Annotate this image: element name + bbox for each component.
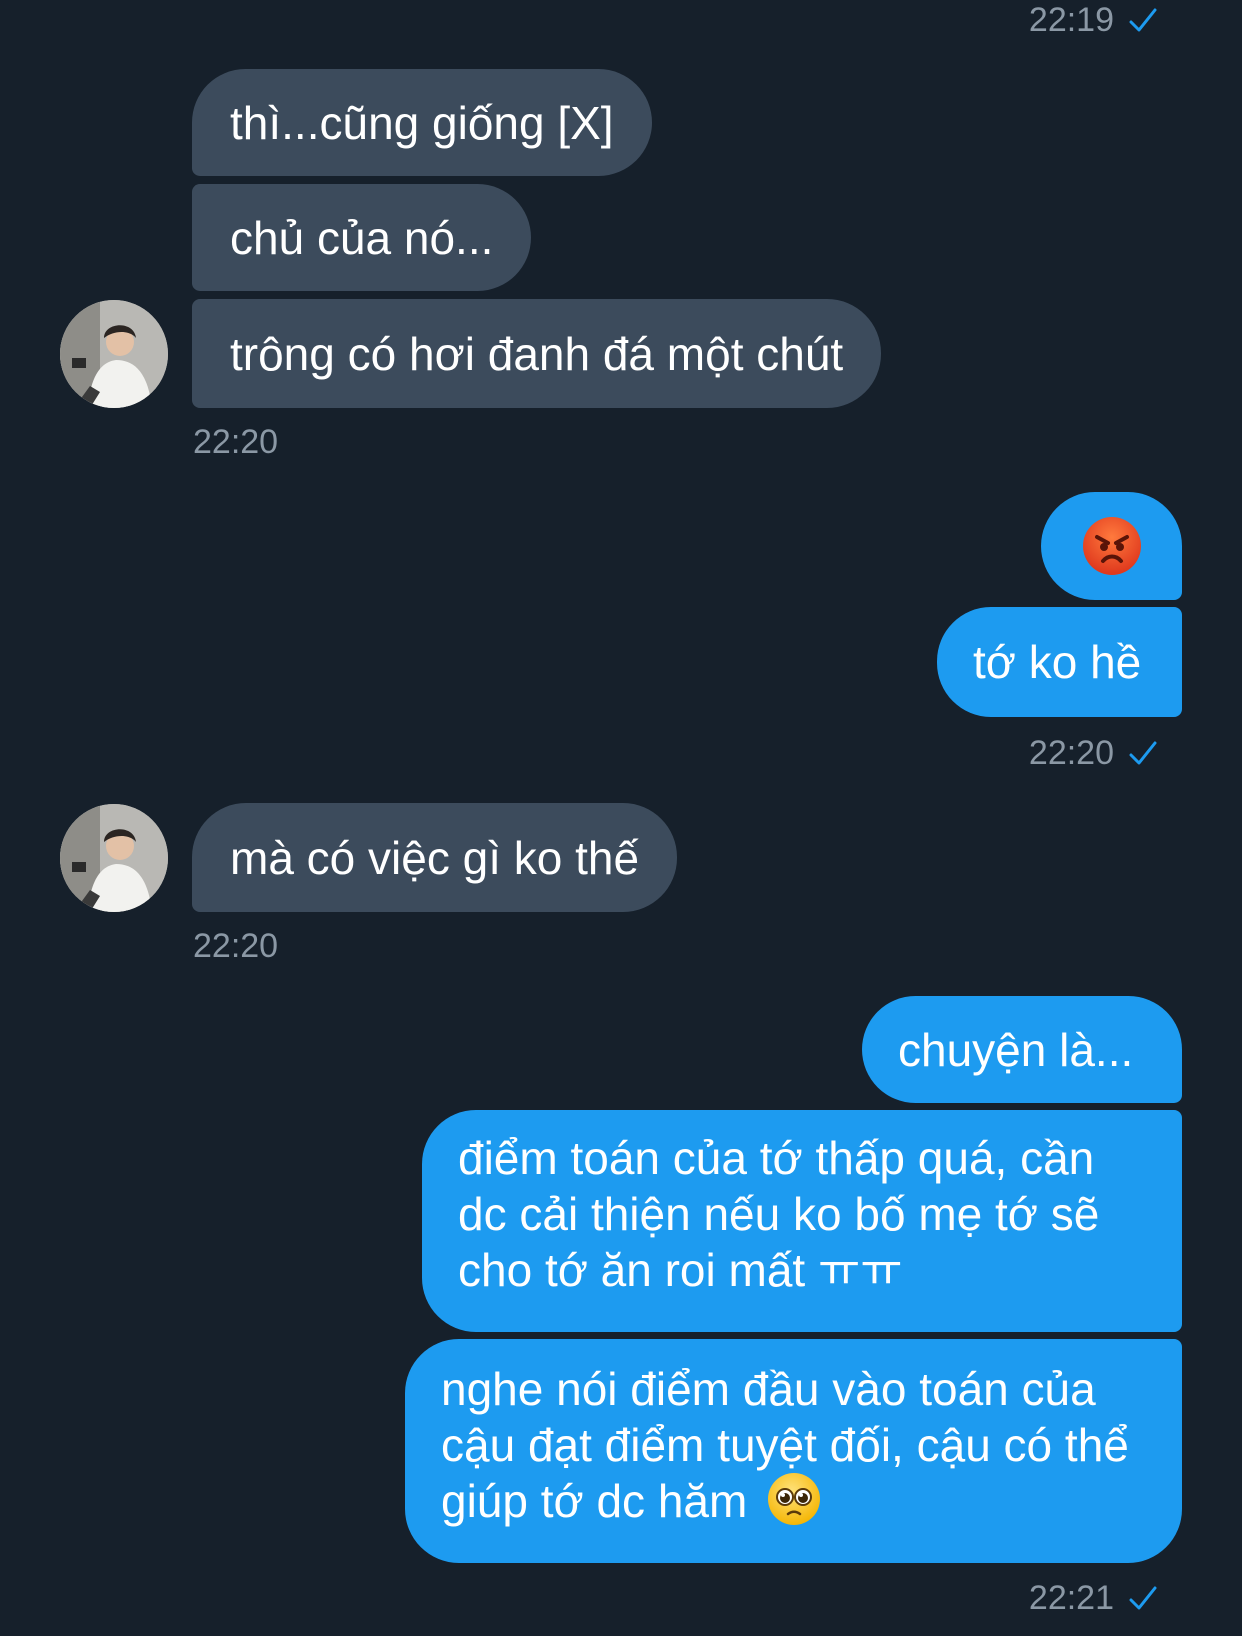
timestamp-outgoing-top: 22:19 bbox=[858, 0, 1158, 40]
timestamp-outgoing: 22:21 bbox=[858, 1578, 1158, 1618]
avatar-photo bbox=[60, 300, 168, 408]
check-icon bbox=[1129, 741, 1157, 765]
avatar-photo bbox=[60, 804, 168, 912]
outgoing-message-bubble[interactable]: chuyện là... bbox=[862, 996, 1182, 1103]
incoming-message-bubble[interactable]: chủ của nó... bbox=[192, 184, 532, 291]
incoming-message-bubble[interactable]: mà có việc gì ko thế bbox=[192, 803, 678, 912]
angry-face-emoji bbox=[1082, 517, 1141, 575]
message-text: điểm toán của tớ thấp quá, cần dc cải th… bbox=[458, 1132, 1100, 1296]
timestamp-incoming: 22:20 bbox=[193, 926, 278, 966]
message-text: thì...cũng giống [X] bbox=[230, 96, 614, 149]
message-text: tớ ko hề bbox=[973, 636, 1142, 688]
message-text: chủ của nó... bbox=[230, 211, 494, 264]
timestamp-incoming: 22:20 bbox=[193, 422, 278, 462]
check-icon bbox=[1129, 1586, 1157, 1610]
sender-avatar[interactable] bbox=[60, 300, 168, 408]
timestamp-text: 22:20 bbox=[193, 927, 279, 965]
incoming-message-bubble[interactable]: trông có hơi đanh đá một chút bbox=[192, 299, 882, 408]
message-text: trông có hơi đanh đá một chút bbox=[230, 327, 844, 380]
outgoing-message-bubble[interactable]: điểm toán của tớ thấp quá, cần dc cải th… bbox=[422, 1110, 1182, 1332]
outgoing-message-bubble[interactable]: nghe nói điểm đầu vào toán của cậu đạt đ… bbox=[405, 1339, 1182, 1563]
sender-avatar[interactable] bbox=[60, 804, 168, 912]
check-icon bbox=[1129, 8, 1157, 32]
timestamp-text: 22:19 bbox=[1028, 1, 1114, 39]
timestamp-text: 22:21 bbox=[1028, 1579, 1114, 1617]
outgoing-message-bubble[interactable]: tớ ko hề bbox=[937, 607, 1182, 717]
incoming-message-bubble[interactable]: thì...cũng giống [X] bbox=[192, 69, 652, 176]
message-text: chuyện là... bbox=[898, 1023, 1134, 1076]
message-text: mà có việc gì ko thế bbox=[230, 831, 640, 884]
timestamp-text: 22:20 bbox=[1028, 734, 1114, 772]
timestamp-text: 22:20 bbox=[193, 423, 279, 461]
outgoing-message-bubble[interactable] bbox=[1041, 492, 1182, 600]
pleading-face-emoji bbox=[768, 1473, 821, 1525]
timestamp-outgoing: 22:20 bbox=[858, 733, 1158, 773]
